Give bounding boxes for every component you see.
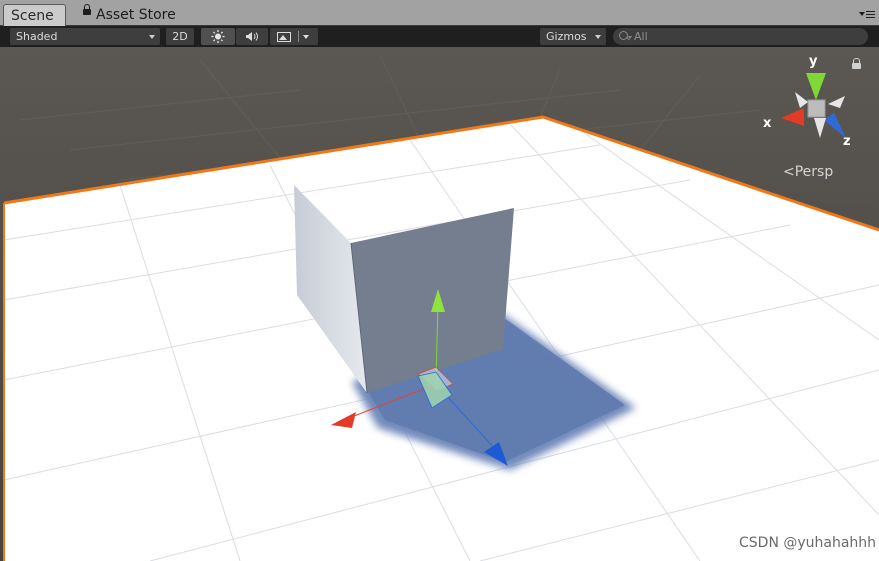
chevron-down-icon [149, 35, 155, 39]
search-icon [619, 31, 628, 40]
gizmos-dropdown[interactable]: Gizmos [540, 28, 606, 45]
hierarchy-search[interactable] [613, 28, 868, 45]
tab-asset-store-label: Asset Store [96, 7, 176, 23]
scene-toolbar: Shaded 2D Gizmos [0, 26, 879, 47]
asset-store-icon [83, 4, 91, 15]
gizmo-z-label: z [843, 134, 851, 149]
scene-viewport[interactable]: y x z <Persp CSDN @yuhahahhh [0, 47, 879, 561]
lighting-toggle-button[interactable] [201, 28, 235, 45]
tab-scene[interactable]: Scene [3, 4, 66, 26]
draw-mode-dropdown[interactable]: Shaded [10, 28, 160, 45]
search-input[interactable] [634, 28, 854, 45]
gizmos-label: Gizmos [546, 30, 587, 43]
chevron-left-icon: < [783, 164, 795, 180]
gizmo-x-label: x [763, 116, 772, 131]
dropdown-triangle-icon [859, 12, 865, 16]
draw-mode-label: Shaded [16, 30, 58, 43]
projection-toggle[interactable]: <Persp [783, 164, 833, 180]
search-filter-caret-icon [628, 36, 632, 39]
image-icon [277, 32, 291, 42]
speaker-icon [246, 32, 258, 41]
audio-toggle-button[interactable] [236, 28, 268, 45]
scene-render [0, 47, 879, 561]
mode-2d-button[interactable]: 2D [166, 28, 194, 45]
hamburger-lines-icon [866, 11, 875, 18]
chevron-down-icon [595, 35, 601, 39]
projection-label: Persp [794, 164, 834, 180]
lock-icon[interactable] [852, 58, 861, 69]
separator [298, 31, 299, 42]
chevron-down-icon [303, 35, 309, 39]
gizmo-y-label: y [809, 54, 818, 69]
gizmo-center-cube[interactable] [807, 99, 826, 118]
menu-icon[interactable] [859, 9, 875, 21]
watermark: CSDN @yuhahahhh [739, 535, 877, 551]
effects-dropdown-button[interactable] [270, 28, 318, 45]
tab-bar: Scene Asset Store [0, 0, 879, 26]
tab-asset-store[interactable]: Asset Store [80, 4, 200, 26]
sun-icon [211, 30, 225, 43]
